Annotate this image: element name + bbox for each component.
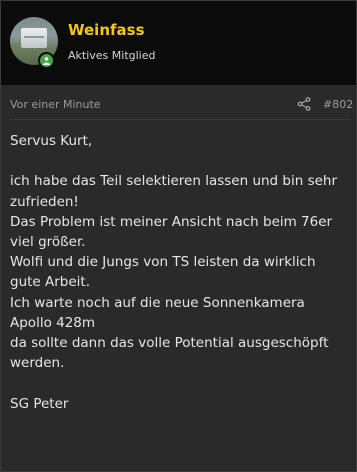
post-body-line: SG Peter <box>10 395 69 412</box>
post-body-line: viel größer. <box>10 234 86 250</box>
post-author-header: Weinfass Aktives Mitglied <box>1 1 356 85</box>
post-body-line: da sollte dann das volle Potential ausge… <box>10 335 329 352</box>
post-body: Servus Kurt, ich habe das Teil selektiere… <box>10 131 352 414</box>
post-body-line: Servus Kurt, <box>10 133 93 149</box>
post-body-line: gute Arbeit. <box>10 274 91 291</box>
post-body-line: Das Problem ist meiner Ansicht nach beim… <box>10 213 333 230</box>
post-body-line: Apollo 428m <box>10 314 96 331</box>
share-icon[interactable] <box>297 97 311 111</box>
post-body-blank-line <box>10 373 352 393</box>
post-body-line: Ich warte noch auf die neue Sonnenkamera <box>10 294 305 311</box>
post-body-line: werden. <box>10 355 65 372</box>
post-number[interactable]: #802 <box>323 98 353 111</box>
author-username[interactable]: Weinfass <box>68 21 145 39</box>
divider <box>9 119 349 120</box>
forum-post: Weinfass Aktives Mitglied Vor einer Minu… <box>0 0 357 472</box>
post-body-line: Wolfi und die Jungs von TS leisten da wi… <box>10 254 316 271</box>
post-meta-bar: Vor einer Minute #802 <box>1 85 356 119</box>
post-body-blank-line <box>10 151 352 171</box>
post-body-line: ich habe das Teil selektieren lassen und… <box>10 173 338 190</box>
avatar-image <box>21 28 47 48</box>
online-status-icon <box>38 52 55 69</box>
post-time[interactable]: Vor einer Minute <box>10 98 101 111</box>
author-title: Aktives Mitglied <box>68 49 156 62</box>
post-body-line: zufrieden! <box>10 193 79 210</box>
